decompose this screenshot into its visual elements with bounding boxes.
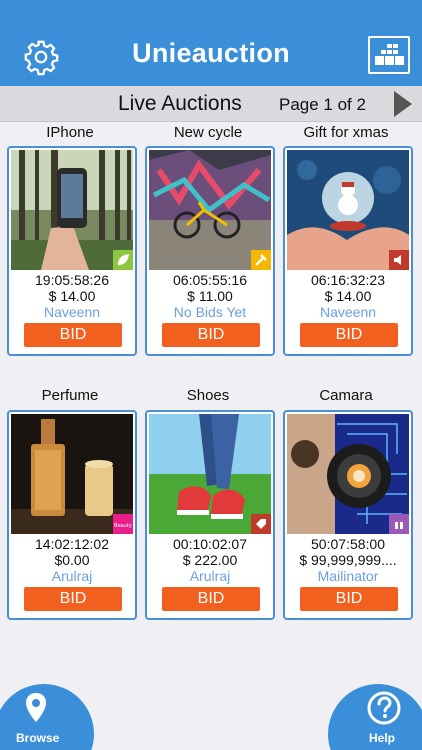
help-label: Help	[369, 731, 396, 745]
next-page-triangle-icon[interactable]	[392, 89, 414, 119]
bid-button[interactable]: BID	[300, 587, 398, 611]
countdown-time: 06:16:32:23	[311, 272, 385, 288]
item-title: Camara	[319, 387, 373, 404]
current-price: $0.00	[54, 552, 90, 568]
countdown-time: 50:07:58:00	[311, 536, 385, 552]
category-gift-icon	[389, 514, 409, 534]
auction-card[interactable]: 06:16:32:23 $ 14.00 Naveenn BID	[283, 146, 413, 356]
bid-button[interactable]: BID	[162, 323, 260, 347]
question-mark-icon	[367, 691, 401, 725]
current-price: $ 222.00	[182, 552, 238, 568]
auction-card[interactable]: 06:05:55:16 $ 11.00 No Bids Yet BID	[145, 146, 275, 356]
app-title: Unieauction	[132, 38, 290, 68]
top-bidder: Naveenn	[319, 304, 377, 320]
item-title: New cycle	[173, 124, 243, 141]
bid-button[interactable]: BID	[300, 323, 398, 347]
live-auctions-heading: Live Auctions	[118, 92, 242, 115]
countdown-time: 06:05:55:16	[173, 272, 247, 288]
auction-card[interactable]: 50:07:58:00 $ 99,999,999.... Mailinator …	[283, 410, 413, 620]
countdown-time: 14:02:12:02	[35, 536, 109, 552]
live-auctions-bar: Live Auctions Page 1 of 2	[0, 86, 422, 122]
category-tag-icon	[251, 514, 271, 534]
location-pin-icon	[26, 693, 46, 722]
category-leaf-icon	[113, 250, 133, 270]
svg-text:Beauty: Beauty	[114, 523, 132, 529]
top-bidder: Naveenn	[43, 304, 101, 320]
category-speaker-icon	[389, 250, 409, 270]
top-bidder: Arulraj	[189, 568, 231, 584]
auction-card[interactable]: Beauty 14:02:12:02 $0.00 Arulraj BID	[7, 410, 137, 620]
item-title: Perfume	[41, 387, 99, 404]
browse-label: Browse	[16, 731, 60, 745]
item-title: IPhone	[46, 124, 94, 141]
current-price: $ 14.00	[48, 288, 96, 304]
item-title: Shoes	[186, 387, 230, 404]
category-hammer-icon	[251, 250, 271, 270]
top-bidder: No Bids Yet	[173, 304, 247, 320]
grid-view-icon	[375, 44, 404, 65]
bid-button[interactable]: BID	[24, 587, 122, 611]
current-price: $ 11.00	[187, 288, 233, 304]
bid-button[interactable]: BID	[24, 323, 122, 347]
browse-button[interactable]: Browse	[0, 684, 94, 750]
countdown-time: 19:05:58:26	[35, 272, 109, 288]
bid-button[interactable]: BID	[162, 587, 260, 611]
top-bidder: Mailinator	[317, 568, 379, 584]
page-indicator: Page 1 of 2	[279, 95, 366, 114]
current-price: $ 14.00	[324, 288, 372, 304]
current-price: $ 99,999,999....	[299, 552, 397, 568]
app-header: Unieauction	[0, 0, 422, 86]
top-bidder: Arulraj	[51, 568, 93, 584]
grid-view-button[interactable]	[368, 36, 410, 74]
countdown-time: 00:10:02:07	[173, 536, 247, 552]
auction-card[interactable]: 19:05:58:26 $ 14.00 Naveenn BID	[7, 146, 137, 356]
auction-card[interactable]: 00:10:02:07 $ 222.00 Arulraj BID	[145, 410, 275, 620]
item-title: Gift for xmas	[303, 124, 389, 141]
category-beauty-icon: Beauty	[113, 514, 133, 534]
help-button[interactable]: Help	[328, 684, 422, 750]
